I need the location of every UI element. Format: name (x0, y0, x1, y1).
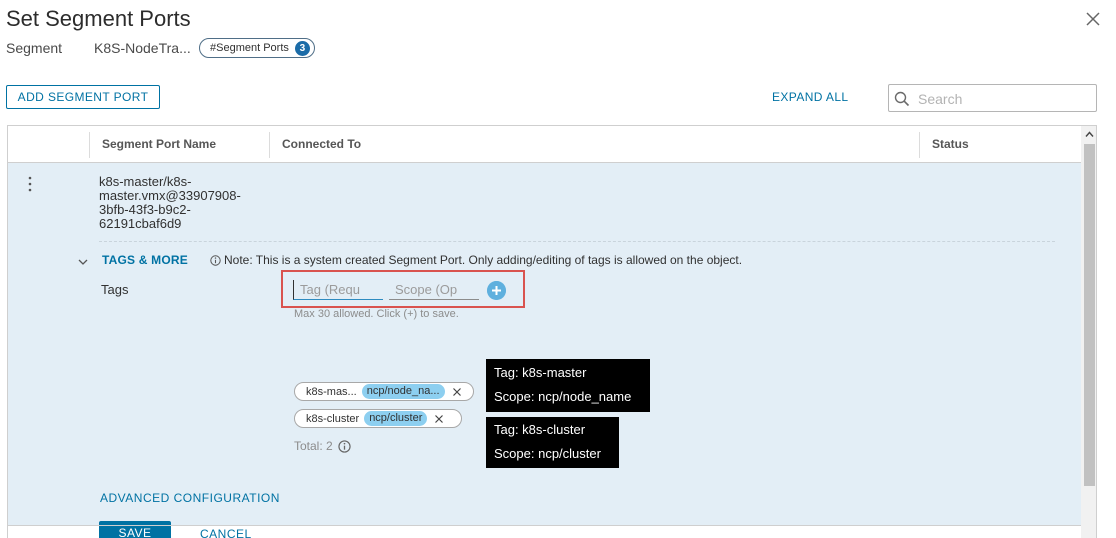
tag-chip-tag: k8s-cluster (306, 412, 360, 425)
segment-ports-pill[interactable]: #Segment Ports 3 (199, 38, 315, 58)
column-header-port-name[interactable]: Segment Port Name (102, 126, 216, 162)
segment-ports-pill-label: #Segment Ports (210, 42, 289, 54)
grid-header: Segment Port Name Connected To Status (8, 126, 1082, 163)
remove-icon[interactable] (433, 413, 445, 425)
segment-name: K8S-NodeTra... (94, 40, 191, 56)
column-header-connected-to[interactable]: Connected To (282, 126, 361, 162)
system-port-note: Note: This is a system created Segment P… (210, 253, 742, 267)
tag-chip[interactable]: k8s-mas... ncp/node_na... (294, 382, 474, 401)
add-segment-port-button[interactable]: ADD SEGMENT PORT (6, 85, 160, 109)
vertical-scrollbar[interactable] (1081, 126, 1096, 538)
scope-input[interactable] (389, 280, 479, 300)
scroll-up-icon[interactable] (1084, 129, 1095, 140)
dialog-title: Set Segment Ports (6, 6, 191, 31)
expand-all-link[interactable]: EXPAND ALL (772, 90, 848, 104)
advanced-configuration-link[interactable]: ADVANCED CONFIGURATION (100, 491, 280, 505)
tag-input[interactable] (293, 280, 383, 300)
tags-total-text: Total: 2 (294, 439, 333, 453)
column-header-status[interactable]: Status (932, 126, 969, 162)
tags-label: Tags (101, 282, 129, 297)
table-row: k8s-master/k8s-master.vmx@33907908-3bfb-… (8, 163, 1081, 538)
scrollbar-thumb[interactable] (1084, 144, 1095, 486)
kebab-menu-icon[interactable] (26, 175, 34, 193)
tooltip-scope-line: Scope: ncp/cluster (494, 446, 601, 461)
tag-chip-scope: ncp/node_na... (361, 384, 445, 399)
plus-circle-icon[interactable] (487, 281, 506, 300)
remove-icon[interactable] (451, 386, 463, 398)
tags-more-toggle[interactable]: TAGS & MORE (102, 253, 188, 267)
tag-chip-scope: ncp/cluster (364, 411, 428, 426)
tooltip-scope-line: Scope: ncp/node_name (494, 389, 632, 404)
max-tags-hint: Max 30 allowed. Click (+) to save. (294, 308, 459, 320)
tags-total: Total: 2 (294, 439, 351, 453)
segment-ports-count-badge: 3 (294, 40, 310, 56)
segment-label: Segment (6, 40, 63, 56)
section-divider (99, 241, 1055, 242)
search-icon (894, 91, 910, 107)
chevron-down-icon[interactable] (77, 256, 89, 268)
column-separator (919, 132, 920, 158)
segment-port-name: k8s-master/k8s-master.vmx@33907908-3bfb-… (99, 174, 241, 231)
save-button[interactable]: SAVE (99, 521, 171, 538)
tooltip-tag-line: Tag: k8s-cluster (494, 422, 586, 437)
system-port-note-text: Note: This is a system created Segment P… (224, 253, 743, 267)
row-divider (8, 525, 1081, 526)
segment-ports-grid: Segment Port Name Connected To Status k8… (7, 125, 1097, 538)
tag-chip[interactable]: k8s-cluster ncp/cluster (294, 409, 462, 428)
column-separator (89, 132, 90, 158)
cancel-button[interactable]: CANCEL (200, 527, 252, 538)
tag-tooltip: Tag: k8s-master Scope: ncp/node_name (486, 359, 650, 412)
close-icon[interactable] (1084, 10, 1102, 28)
tag-chip-tag: k8s-mas... (306, 385, 357, 398)
tag-tooltip: Tag: k8s-cluster Scope: ncp/cluster (486, 417, 619, 468)
search-input[interactable] (916, 88, 1095, 110)
info-icon[interactable] (338, 439, 351, 453)
column-separator (269, 132, 270, 158)
tooltip-tag-line: Tag: k8s-master (494, 365, 587, 380)
search-box[interactable] (888, 84, 1097, 112)
info-icon (210, 254, 221, 266)
